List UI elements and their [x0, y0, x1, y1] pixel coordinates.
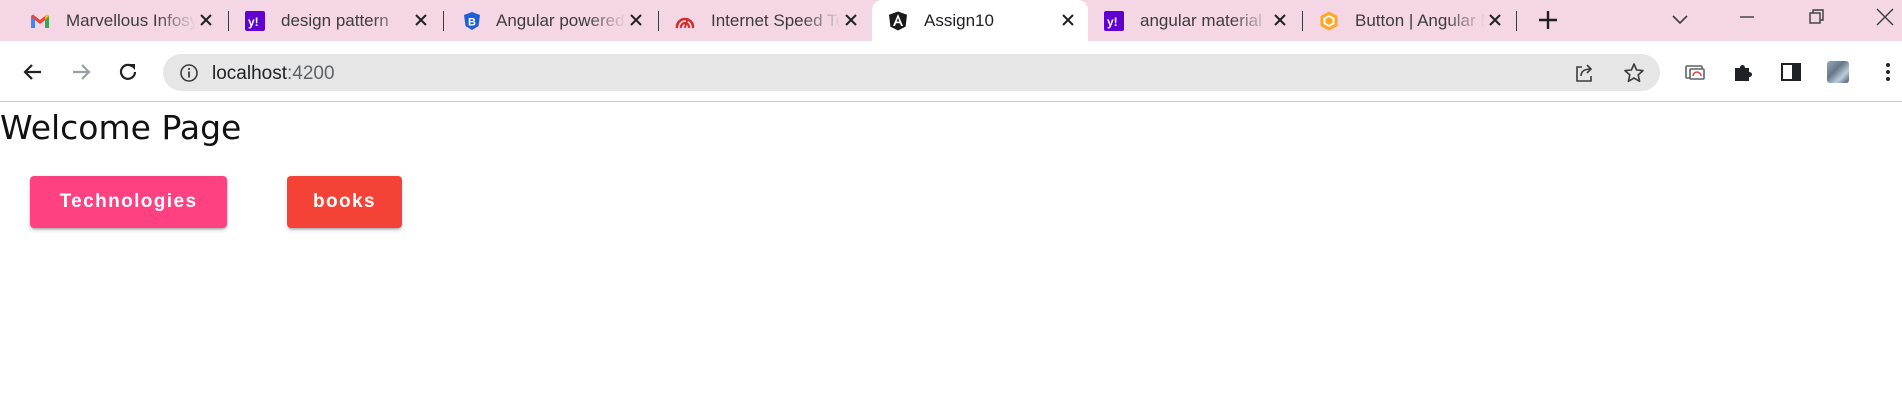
speedtest-icon [675, 17, 695, 29]
info-icon[interactable] [179, 63, 199, 83]
close-icon[interactable] [628, 12, 644, 28]
close-icon[interactable] [1487, 12, 1503, 28]
restore-icon[interactable] [1806, 6, 1828, 28]
tab-title: Internet Speed Test [711, 11, 841, 30]
chevron-down-icon[interactable] [1669, 8, 1691, 30]
close-window-icon[interactable] [1874, 6, 1896, 28]
tab-angular-bootstrap[interactable]: B Angular powered Bootstrap [444, 0, 656, 41]
tab-design-pattern[interactable]: y! design pattern [229, 0, 441, 41]
technologies-button[interactable]: Technologies [30, 176, 227, 228]
profile-avatar[interactable] [1827, 61, 1849, 83]
tab-title: Button | Angular Material [1355, 11, 1485, 30]
tab-title: design pattern [281, 11, 389, 30]
tab-angular-material[interactable]: y! angular material [1088, 0, 1300, 41]
address-bar[interactable]: localhost:4200 [163, 54, 1660, 91]
forward-arrow-icon[interactable] [69, 60, 93, 84]
close-icon[interactable] [1060, 12, 1076, 28]
tab-button-angular-material[interactable]: Button | Angular Material [1303, 0, 1515, 41]
address-url[interactable]: localhost:4200 [212, 63, 335, 85]
tab-assign10[interactable]: Assign10 [872, 0, 1088, 41]
angular-icon [889, 11, 907, 31]
tab-internet-speed[interactable]: Internet Speed Test [659, 0, 871, 41]
bootstrap-icon: B [464, 12, 480, 30]
angular-material-icon [1320, 11, 1338, 31]
books-button[interactable]: books [287, 176, 402, 228]
close-icon[interactable] [1272, 12, 1288, 28]
more-menu-icon[interactable] [1876, 60, 1900, 84]
svg-text:y!: y! [1107, 15, 1118, 29]
url-host: localhost [212, 63, 287, 84]
bookmark-star-icon[interactable] [1623, 62, 1645, 84]
tab-strip: Marvellous Infosystems y! design pattern… [0, 0, 1902, 41]
tab-title: Angular powered Bootstrap [496, 11, 626, 30]
svg-text:y!: y! [248, 15, 259, 29]
gmail-icon [31, 14, 49, 28]
minimize-icon[interactable] [1736, 6, 1758, 28]
tab-gmail[interactable]: Marvellous Infosystems [14, 0, 226, 41]
share-icon[interactable] [1573, 62, 1595, 84]
close-icon[interactable] [413, 12, 429, 28]
new-tab-plus-icon[interactable] [1537, 9, 1559, 31]
back-arrow-icon[interactable] [21, 60, 45, 84]
svg-text:B: B [468, 17, 476, 29]
url-port: :4200 [287, 63, 335, 84]
extensions-puzzle-icon[interactable] [1731, 60, 1755, 84]
tab-title: Assign10 [924, 11, 994, 30]
yahoo-icon: y! [245, 11, 265, 31]
tab-separator [1516, 11, 1517, 31]
cast-media-icon[interactable] [1683, 60, 1707, 84]
side-panel-icon[interactable] [1779, 60, 1803, 84]
close-icon[interactable] [843, 12, 859, 28]
yahoo-icon: y! [1104, 11, 1124, 31]
tab-title: Marvellous Infosystems [66, 11, 196, 30]
reload-icon[interactable] [116, 60, 140, 84]
tab-title: angular material [1140, 11, 1262, 30]
browser-toolbar: localhost:4200 [0, 41, 1902, 102]
close-icon[interactable] [198, 12, 214, 28]
page-title: Welcome Page [0, 108, 242, 147]
